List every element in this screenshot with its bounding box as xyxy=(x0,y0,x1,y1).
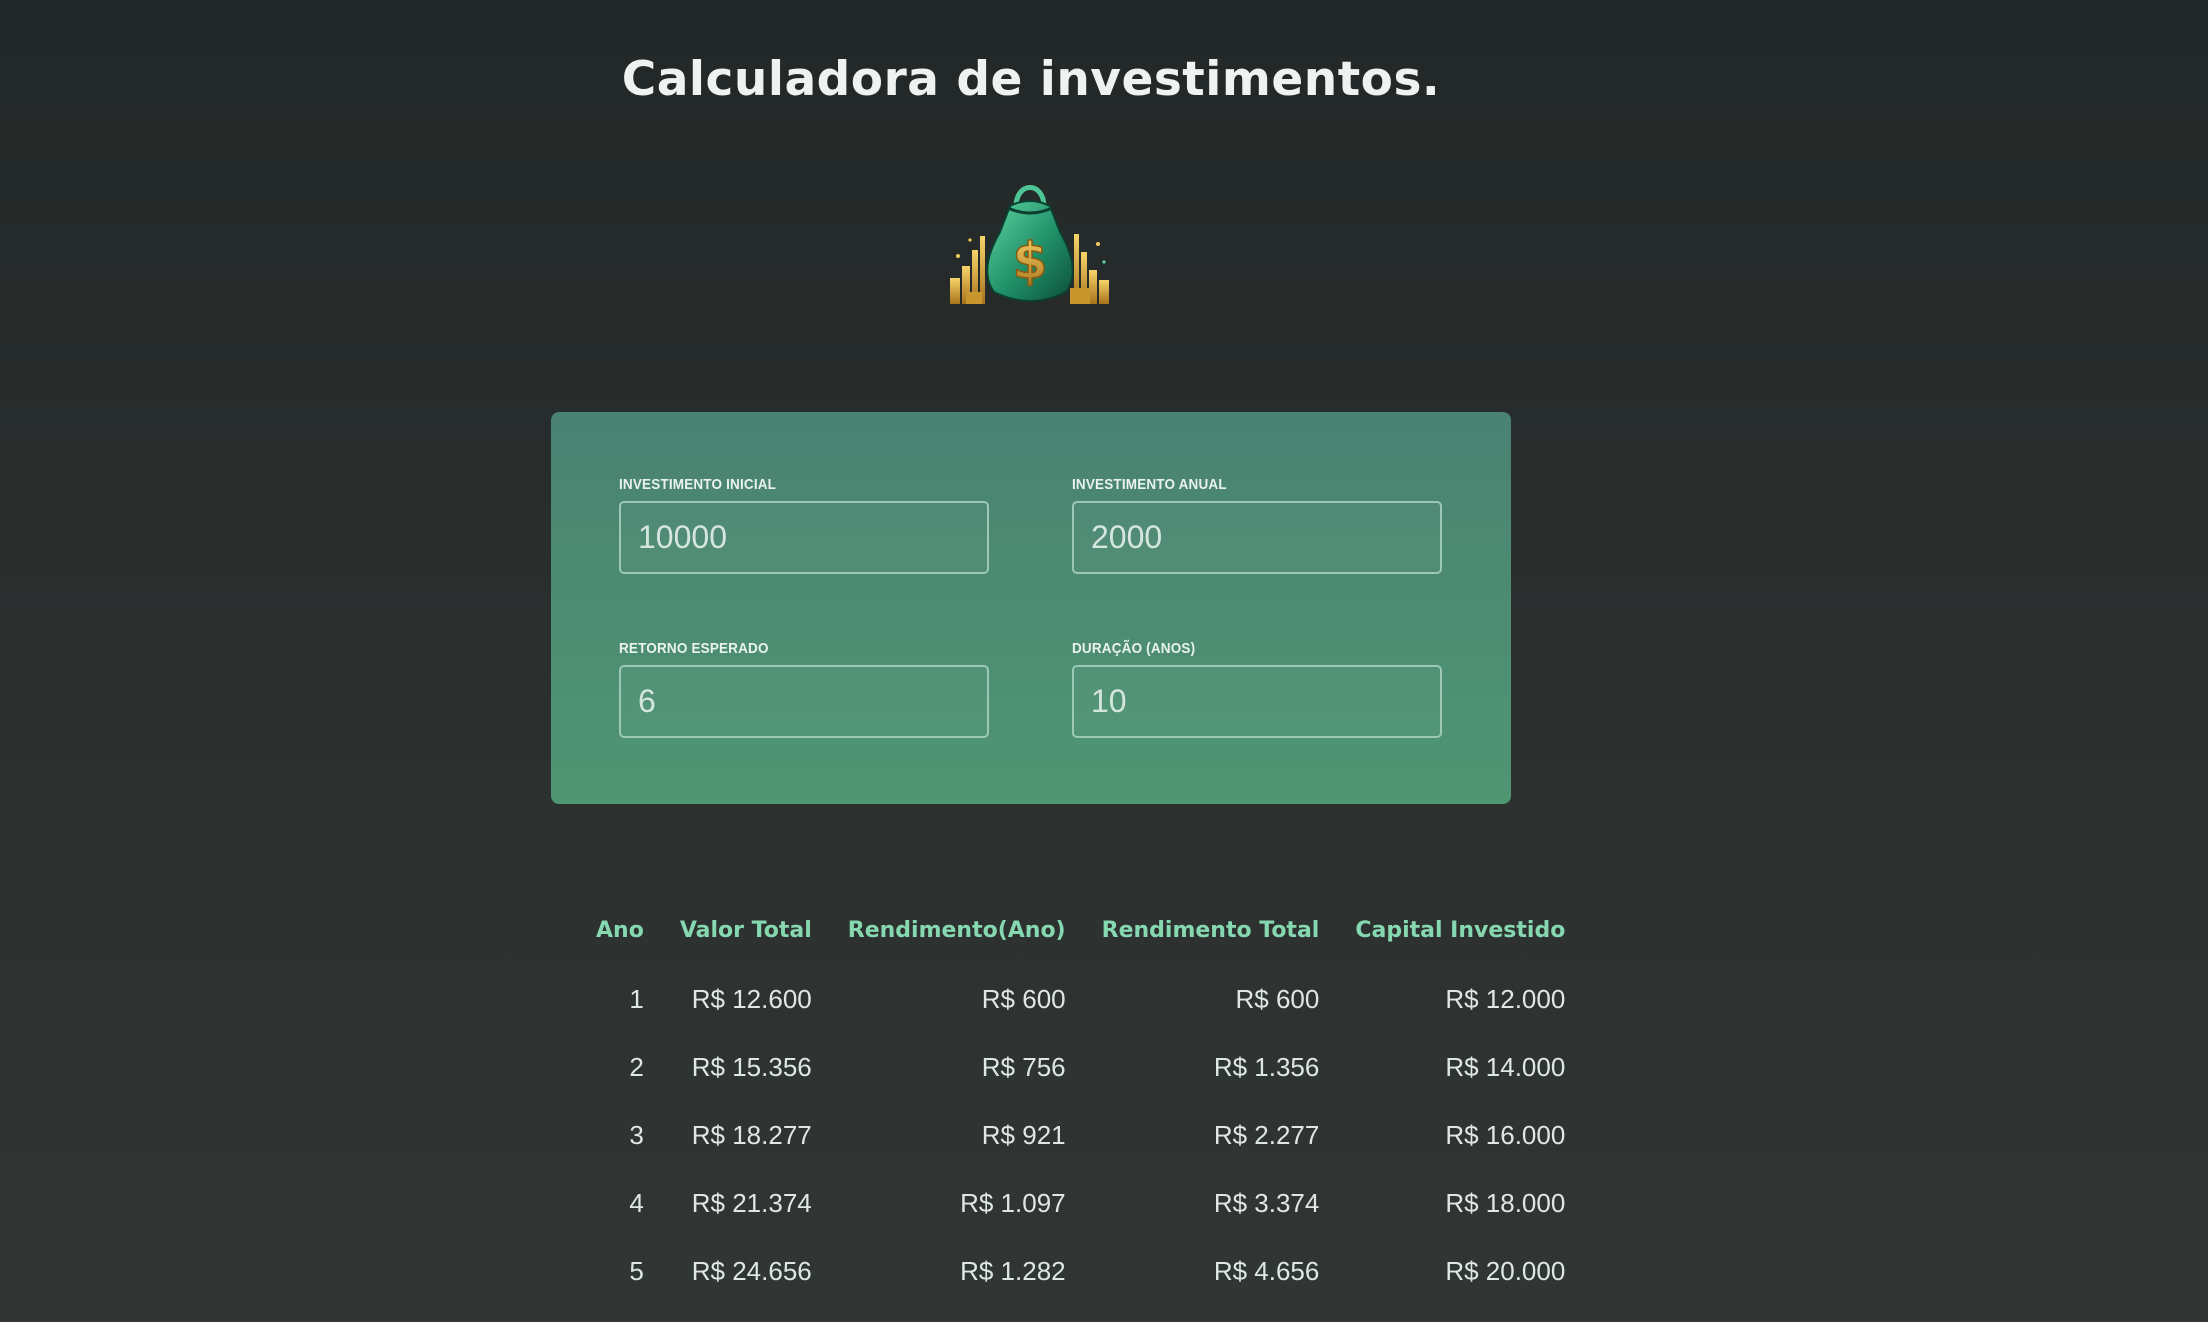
cell-invested-capital: R$ 20.000 xyxy=(1445,1255,1566,1286)
annual-investment-input[interactable] xyxy=(1072,501,1442,574)
cell-yearly-return: R$ 600 xyxy=(981,983,1066,1014)
duration-label: DURAÇÃO (ANOS) xyxy=(1072,640,1196,657)
money-bag-icon: $ xyxy=(950,185,1109,304)
header-invested-capital: Capital Investido xyxy=(1355,918,1566,943)
field-initial-investment: INVESTIMENTO INICIAL xyxy=(619,476,989,574)
page-title: Calculadora de investimentos. xyxy=(621,52,1441,107)
cell-invested-capital: R$ 18.000 xyxy=(1445,1187,1566,1218)
header-total-return: Rendimento Total xyxy=(1101,918,1320,943)
cell-total-value: R$ 24.656 xyxy=(691,1255,812,1286)
initial-investment-label: INVESTIMENTO INICIAL xyxy=(619,476,777,493)
cell-invested-capital: R$ 14.000 xyxy=(1445,1051,1566,1082)
investment-form: INVESTIMENTO INICIAL INVESTIMENTO ANUAL … xyxy=(551,412,1511,804)
cell-total-return: R$ 3.374 xyxy=(1213,1187,1320,1218)
cell-total-return: R$ 1.356 xyxy=(1213,1051,1320,1082)
cell-total-value: R$ 15.356 xyxy=(691,1051,812,1082)
table-header-row: Ano Valor Total Rendimento(Ano) Rendimen… xyxy=(580,918,1583,965)
cell-year: 5 xyxy=(629,1255,644,1286)
cell-invested-capital: R$ 12.000 xyxy=(1445,983,1566,1014)
header-yearly-return: Rendimento(Ano) xyxy=(847,918,1066,943)
table-row: 5 R$ 24.656 R$ 1.282 R$ 4.656 R$ 20.000 xyxy=(580,1237,1583,1305)
results-table: Ano Valor Total Rendimento(Ano) Rendimen… xyxy=(580,918,1583,1305)
expected-return-input[interactable] xyxy=(619,665,989,738)
logo: $ xyxy=(948,166,1112,306)
cell-year: 4 xyxy=(629,1187,644,1218)
field-duration: DURAÇÃO (ANOS) xyxy=(1072,640,1442,738)
cell-year: 3 xyxy=(629,1119,644,1150)
table-row: 4 R$ 21.374 R$ 1.097 R$ 3.374 R$ 18.000 xyxy=(580,1169,1583,1237)
duration-input[interactable] xyxy=(1072,665,1442,738)
cell-year: 2 xyxy=(629,1051,644,1082)
cell-year: 1 xyxy=(629,983,644,1014)
cell-yearly-return: R$ 921 xyxy=(981,1119,1066,1150)
cell-total-return: R$ 600 xyxy=(1235,983,1320,1014)
field-expected-return: RETORNO ESPERADO xyxy=(619,640,989,738)
cell-yearly-return: R$ 1.097 xyxy=(960,1187,1066,1218)
cell-yearly-return: R$ 1.282 xyxy=(960,1255,1066,1286)
cell-total-value: R$ 21.374 xyxy=(691,1187,812,1218)
header-total-value: Valor Total xyxy=(679,918,812,943)
table-row: 1 R$ 12.600 R$ 600 R$ 600 R$ 12.000 xyxy=(580,965,1583,1033)
cell-yearly-return: R$ 756 xyxy=(981,1051,1066,1082)
expected-return-label: RETORNO ESPERADO xyxy=(619,640,769,657)
field-annual-investment: INVESTIMENTO ANUAL xyxy=(1072,476,1442,574)
svg-text:$: $ xyxy=(1013,232,1048,290)
initial-investment-input[interactable] xyxy=(619,501,989,574)
cell-total-value: R$ 18.277 xyxy=(691,1119,812,1150)
cell-total-return: R$ 2.277 xyxy=(1213,1119,1320,1150)
cell-total-value: R$ 12.600 xyxy=(691,983,812,1014)
cell-invested-capital: R$ 16.000 xyxy=(1445,1119,1566,1150)
annual-investment-label: INVESTIMENTO ANUAL xyxy=(1072,476,1227,493)
table-row: 2 R$ 15.356 R$ 756 R$ 1.356 R$ 14.000 xyxy=(580,1033,1583,1101)
table-row: 3 R$ 18.277 R$ 921 R$ 2.277 R$ 16.000 xyxy=(580,1101,1583,1169)
header-year: Ano xyxy=(596,918,644,943)
cell-total-return: R$ 4.656 xyxy=(1213,1255,1320,1286)
